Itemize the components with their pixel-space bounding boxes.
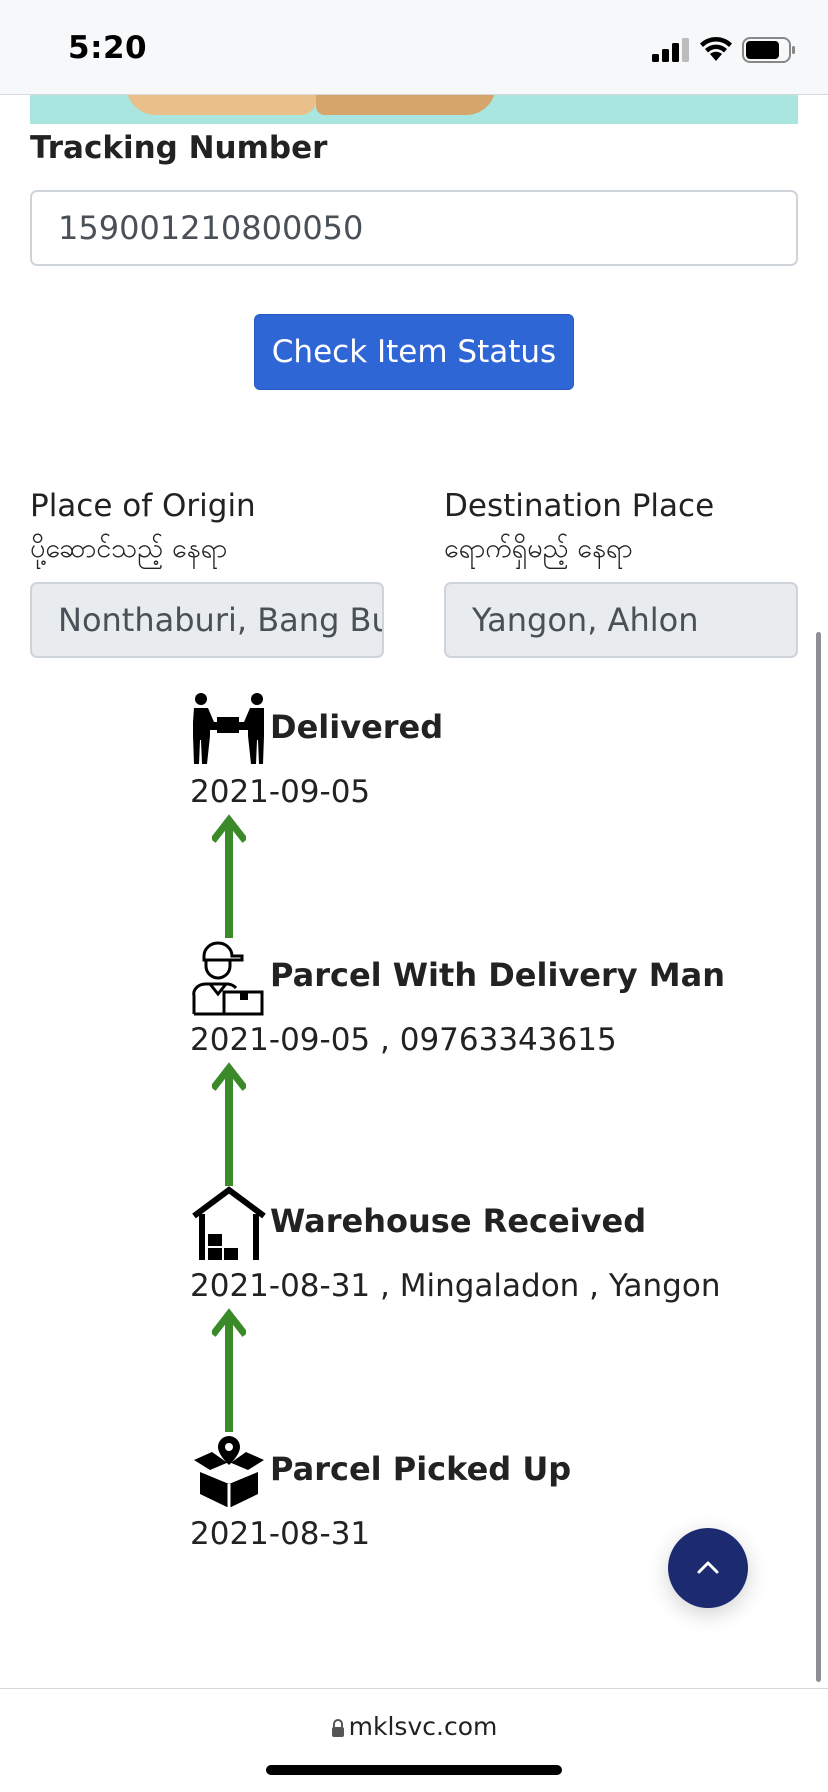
- scroll-to-top-button[interactable]: [668, 1528, 748, 1608]
- timeline-arrow-up-icon: [212, 814, 246, 938]
- timeline-detail-picked-up: 2021-08-31: [190, 1516, 371, 1552]
- destination-label: Destination Place: [444, 488, 715, 524]
- parcel-box-illustration: [126, 95, 316, 115]
- timeline-title-warehouse-received: Warehouse Received: [270, 1202, 647, 1240]
- timeline-title-with-delivery-man: Parcel With Delivery Man: [270, 956, 725, 994]
- tracking-number-input[interactable]: [30, 190, 798, 266]
- destination-label-myanmar: ရောက်ရှိမည့် နေရာ: [444, 533, 633, 564]
- timeline-arrow-up-icon: [212, 1308, 246, 1432]
- warehouse-icon: [192, 1186, 266, 1260]
- timeline-title-picked-up: Parcel Picked Up: [270, 1450, 572, 1488]
- status-time: 5:20: [68, 30, 148, 66]
- delivery-man-icon: [192, 941, 264, 1016]
- timeline-detail-with-delivery-man: 2021-09-05 , 09763343615: [190, 1022, 617, 1058]
- tracking-number-label: Tracking Number: [30, 130, 328, 166]
- cellular-signal-icon: [652, 38, 689, 62]
- parcel-box-illustration: [316, 95, 496, 115]
- timeline-title-delivered: Delivered: [270, 708, 444, 746]
- hero-banner-image: [30, 95, 798, 124]
- home-indicator[interactable]: [266, 1765, 562, 1775]
- battery-icon: [742, 37, 795, 63]
- lock-icon: [331, 1719, 344, 1737]
- parcel-pin-icon: [194, 1436, 264, 1508]
- check-item-status-button[interactable]: Check Item Status: [254, 314, 574, 390]
- origin-label: Place of Origin: [30, 488, 256, 524]
- url-bar[interactable]: mklsvc.com: [0, 1712, 828, 1741]
- handover-icon: [193, 693, 264, 764]
- page-scrollbar[interactable]: [816, 632, 821, 1682]
- timeline-arrow-up-icon: [212, 1062, 246, 1186]
- destination-field: [444, 582, 798, 658]
- origin-field: [30, 582, 384, 658]
- origin-label-myanmar: ပို့ဆောင်သည့် နေရာ: [30, 533, 228, 564]
- timeline-detail-delivered: 2021-09-05: [190, 774, 371, 810]
- status-bar: 5:20: [0, 0, 828, 95]
- chevron-up-icon: [697, 1561, 719, 1574]
- wifi-icon: [700, 37, 732, 61]
- timeline-detail-warehouse-received: 2021-08-31 , Mingaladon , Yangon: [190, 1268, 721, 1304]
- url-text: mklsvc.com: [348, 1712, 498, 1741]
